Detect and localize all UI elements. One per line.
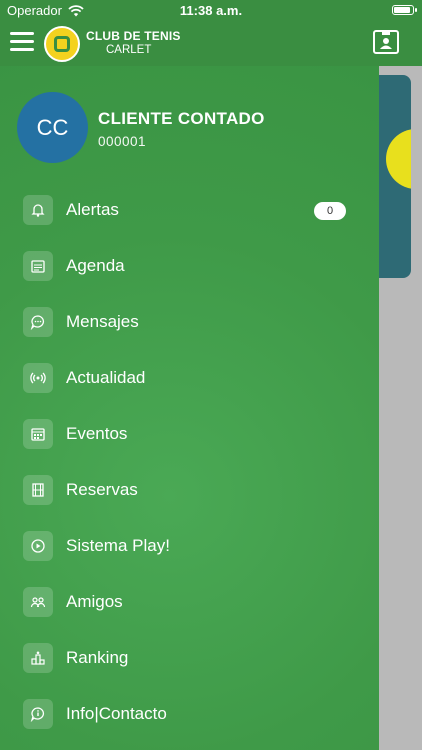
- club-brand: CLUB DE TENIS CARLET: [86, 29, 181, 57]
- menu-item-actualidad[interactable]: Actualidad: [0, 351, 379, 407]
- menu-item-alertas[interactable]: Alertas 0: [0, 183, 379, 239]
- status-bar: Operador 11:38 a.m.: [0, 0, 422, 22]
- drawer-menu: Alertas 0 Agenda Mensajes Actualidad Eve…: [0, 183, 379, 743]
- broadcast-icon: [23, 363, 53, 393]
- status-time: 11:38 a.m.: [179, 3, 243, 18]
- id-card-icon[interactable]: [373, 30, 399, 54]
- menu-item-eventos[interactable]: Eventos: [0, 407, 379, 463]
- hamburger-menu-icon[interactable]: [10, 32, 34, 52]
- menu-item-amigos[interactable]: Amigos: [0, 575, 379, 631]
- user-code: 000001: [98, 134, 147, 149]
- brand-line-2: CARLET: [106, 44, 152, 56]
- nav-bar: CLUB DE TENIS CARLET: [0, 22, 422, 66]
- calendar-list-icon: [23, 251, 53, 281]
- friends-icon: [23, 587, 53, 617]
- podium-icon: [23, 643, 53, 673]
- chat-bubble-icon: [23, 307, 53, 337]
- side-drawer: CC CLIENTE CONTADO 000001 Alertas 0 Agen…: [0, 66, 379, 750]
- menu-label: Eventos: [66, 424, 128, 443]
- club-logo: [44, 26, 80, 62]
- tennis-ball-image: [386, 129, 411, 189]
- avatar[interactable]: CC: [17, 92, 88, 163]
- battery-icon: [392, 5, 417, 15]
- menu-label: Reservas: [66, 480, 138, 499]
- menu-item-ranking[interactable]: Ranking: [0, 631, 379, 687]
- menu-item-reservas[interactable]: Reservas: [0, 463, 379, 519]
- calendar-grid-icon: [23, 419, 53, 449]
- user-name: CLIENTE CONTADO: [98, 109, 265, 128]
- brand-line-1: CLUB DE TENIS: [86, 29, 181, 43]
- play-logo-icon: [23, 531, 53, 561]
- menu-label: Agenda: [66, 256, 125, 275]
- menu-item-info-contacto[interactable]: Info|Contacto: [0, 687, 379, 743]
- info-chat-icon: [23, 699, 53, 729]
- menu-label: Amigos: [66, 592, 123, 611]
- alerts-count-badge: 0: [314, 202, 346, 220]
- menu-label: Sistema Play!: [66, 536, 170, 555]
- court-icon: [23, 475, 53, 505]
- menu-label: Info|Contacto: [66, 704, 167, 723]
- menu-item-sistema-play[interactable]: Sistema Play!: [0, 519, 379, 575]
- menu-label: Actualidad: [66, 368, 146, 387]
- menu-label: Alertas: [66, 200, 119, 219]
- menu-item-mensajes[interactable]: Mensajes: [0, 295, 379, 351]
- menu-label: Ranking: [66, 648, 129, 667]
- menu-label: Mensajes: [66, 312, 139, 331]
- bell-icon: [23, 195, 53, 225]
- menu-item-agenda[interactable]: Agenda: [0, 239, 379, 295]
